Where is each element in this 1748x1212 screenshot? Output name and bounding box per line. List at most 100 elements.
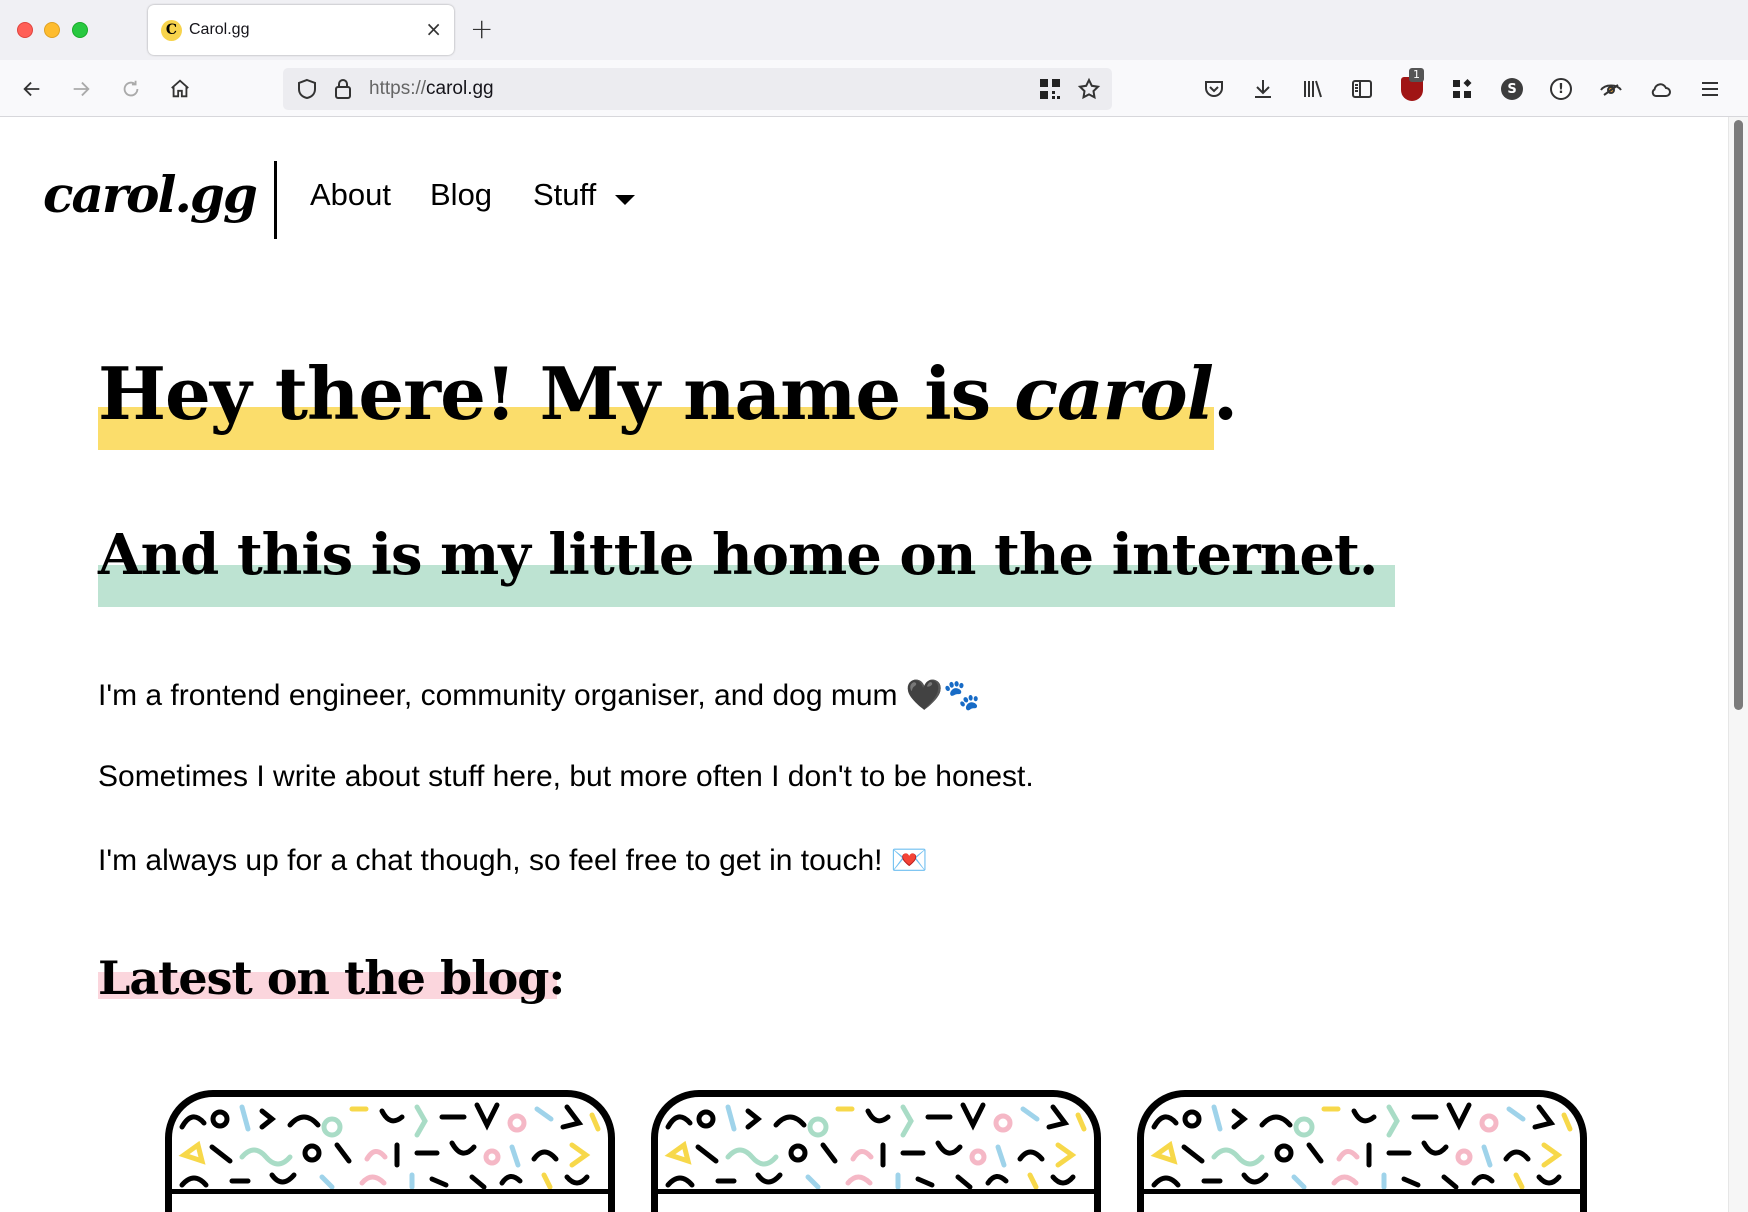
tab-close-icon[interactable]: × (425, 16, 442, 42)
pattern-shape (178, 1140, 206, 1165)
pattern-shape (507, 1113, 527, 1133)
pattern-shape (1020, 1106, 1040, 1122)
pattern-shape (259, 1108, 277, 1130)
pattern-shape (499, 1174, 523, 1186)
window-close-button[interactable] (17, 22, 33, 38)
memphis-pattern-image (178, 1102, 601, 1189)
ublock-icon[interactable]: 1 (1399, 68, 1425, 102)
pattern-shape (469, 1174, 487, 1189)
pattern-shape (805, 1174, 821, 1189)
pattern-shape (302, 1143, 322, 1163)
pattern-shape (845, 1174, 873, 1186)
hero-subheading: And this is my little home on the intern… (98, 522, 1378, 588)
pattern-shape (541, 1172, 553, 1189)
pattern-shape (379, 1108, 405, 1124)
pattern-shape (1336, 1149, 1360, 1162)
pattern-shape (179, 1114, 207, 1130)
blog-card[interactable] (165, 1090, 615, 1212)
pattern-shape (319, 1174, 335, 1189)
pattern-shape (1151, 1175, 1181, 1188)
site-favicon-icon: C (161, 20, 182, 41)
window-minimize-button[interactable] (44, 22, 60, 38)
eye-extension-icon[interactable] (1598, 76, 1624, 102)
nav-link-blog[interactable]: Blog (430, 177, 492, 213)
blog-card[interactable] (1137, 1090, 1587, 1212)
pattern-shape (725, 1104, 737, 1132)
logo-divider (274, 161, 277, 239)
pattern-shape (960, 1102, 986, 1131)
pattern-shape (209, 1144, 233, 1164)
intro-paragraph: I'm always up for a chat though, so feel… (98, 844, 929, 877)
address-bar[interactable]: https://carol.gg (283, 68, 1112, 110)
pattern-shape (1536, 1174, 1562, 1186)
library-icon[interactable] (1300, 76, 1326, 102)
bookmark-star-icon[interactable] (1077, 77, 1101, 101)
pattern-shape (1055, 1142, 1077, 1168)
blog-card[interactable] (651, 1090, 1101, 1212)
site-logo[interactable]: carol.gg (43, 165, 258, 224)
url-host: carol.gg (426, 78, 494, 99)
pattern-shape (1231, 1108, 1249, 1130)
pattern-shape (1386, 1104, 1400, 1138)
pattern-shape (564, 1174, 590, 1186)
pattern-shape (1506, 1106, 1526, 1122)
tab-carol-gg[interactable]: C Carol.gg × (148, 5, 454, 55)
pattern-shape (534, 1106, 554, 1122)
intro-paragraph: Sometimes I write about stuff here, but … (98, 760, 1034, 793)
pattern-shape (985, 1174, 1009, 1186)
nav-dropdown-stuff[interactable]: Stuff (533, 177, 596, 213)
pattern-shape (1291, 1174, 1307, 1189)
pattern-shape (955, 1174, 973, 1189)
pattern-shape (773, 1114, 807, 1128)
pattern-shape (807, 1116, 829, 1138)
blog-section-heading: Latest on the blog: (98, 951, 565, 1005)
pattern-shape (483, 1148, 501, 1166)
pattern-shape (1151, 1114, 1179, 1130)
pattern-shape (1481, 1144, 1493, 1168)
vertical-scrollbar[interactable] (1728, 117, 1748, 1212)
url-text[interactable]: https://carol.gg (369, 78, 494, 100)
hamburger-menu-icon[interactable] (1697, 76, 1723, 102)
pattern-shape (287, 1114, 321, 1128)
pattern-shape (239, 1147, 293, 1167)
reload-icon[interactable] (114, 72, 148, 106)
hero-heading: Hey there! My name is carol. (98, 351, 1238, 436)
home-icon[interactable] (163, 72, 197, 106)
password-badge: ! (1550, 78, 1572, 100)
pattern-shape (1259, 1114, 1293, 1128)
pattern-shape (334, 1142, 352, 1164)
scrollbar-thumb[interactable] (1734, 120, 1743, 710)
caret-down-icon[interactable] (615, 195, 635, 205)
pattern-shape (900, 1104, 914, 1138)
cloud-icon[interactable] (1648, 76, 1674, 102)
forward-arrow-icon[interactable] (64, 72, 98, 106)
sidebar-icon[interactable] (1349, 76, 1375, 102)
pattern-shape (665, 1114, 693, 1130)
back-arrow-icon[interactable] (15, 72, 49, 106)
qr-code-icon[interactable] (1039, 78, 1061, 100)
download-icon[interactable] (1250, 76, 1276, 102)
extension-grid-icon[interactable] (1449, 76, 1475, 102)
navigation-toolbar: https://carol.gg 1 S ! (0, 60, 1748, 117)
new-tab-button[interactable]: + (470, 13, 493, 45)
pattern-shape (995, 1144, 1007, 1168)
pattern-shape (1182, 1109, 1202, 1129)
pattern-shape (1017, 1149, 1045, 1162)
pattern-shape (1541, 1142, 1563, 1168)
pattern-shape (359, 1174, 387, 1186)
password-icon[interactable]: ! (1548, 76, 1574, 102)
pattern-shape (1441, 1174, 1459, 1189)
pattern-shape (569, 1142, 591, 1168)
nav-link-about[interactable]: About (310, 177, 391, 213)
pattern-shape (1150, 1140, 1178, 1165)
card-divider (1144, 1189, 1580, 1194)
window-maximize-button[interactable] (72, 22, 88, 38)
shield-icon[interactable] (295, 77, 319, 101)
pattern-shape (509, 1144, 521, 1168)
tab-title: Carol.gg (189, 21, 250, 38)
pattern-shape (1027, 1172, 1039, 1189)
extension-s-icon[interactable]: S (1499, 76, 1525, 102)
pocket-icon[interactable] (1201, 76, 1227, 102)
pattern-shape (1331, 1174, 1359, 1186)
lock-icon[interactable] (331, 77, 355, 101)
